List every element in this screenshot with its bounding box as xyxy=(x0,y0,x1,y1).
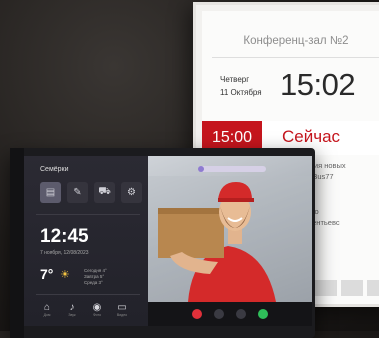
tile-row: ▤ ✎ ⛟ ⚙ xyxy=(40,182,142,203)
tablet-bezel xyxy=(10,148,24,338)
footer-button[interactable] xyxy=(340,280,364,296)
temperature: 7° xyxy=(40,266,54,282)
courier-image xyxy=(148,176,312,302)
current-time: 15:02 xyxy=(280,67,356,102)
accept-call-button[interactable] xyxy=(258,309,268,319)
now-label: Сейчас xyxy=(282,127,341,146)
dock-label: Видео xyxy=(116,313,128,317)
date-label: 7 ноября, 12/08/2023 xyxy=(40,250,89,256)
edit-icon[interactable]: ✎ xyxy=(67,182,88,203)
call-controls xyxy=(148,302,312,326)
date-text: 11 Октября xyxy=(220,88,262,97)
intercom-tablet: Семёрки ▤ ✎ ⛟ ⚙ 12:45 7 ноября, 12/08/20… xyxy=(10,148,315,338)
camera-icon[interactable]: ◉ Фото xyxy=(90,302,104,318)
sidebar: Семёрки ▤ ✎ ⛟ ⚙ 12:45 7 ноября, 12/08/20… xyxy=(24,156,148,326)
car-icon[interactable]: ⛟ xyxy=(94,182,115,203)
microphone-icon[interactable]: ♪ Звук xyxy=(65,302,79,318)
location-label: Семёрки xyxy=(40,166,69,173)
end-call-button[interactable] xyxy=(192,309,202,319)
room-title: Конференц-зал №2 xyxy=(243,35,349,47)
footer-button[interactable] xyxy=(314,280,337,296)
home-icon[interactable]: ⌂ Дом xyxy=(40,302,54,318)
door-open-button[interactable] xyxy=(236,309,246,319)
dock-label: Фото xyxy=(92,313,102,317)
mute-button[interactable] xyxy=(214,309,224,319)
settings-icon[interactable]: ⚙ xyxy=(121,182,142,203)
tablet-screen: Семёрки ▤ ✎ ⛟ ⚙ 12:45 7 ноября, 12/08/20… xyxy=(24,156,312,326)
video-camera-icon[interactable]: ▭ Видео xyxy=(115,302,129,318)
dock: ⌂ Дом ♪ Звук ◉ Фото ▭ Видео xyxy=(40,302,129,318)
forecast-line: Среда 3° xyxy=(84,280,103,285)
forecast: Сегодня 4° Завтра 5° Среда 3° xyxy=(84,268,107,286)
room-date: Четверг 11 Октября xyxy=(220,73,262,99)
day-of-week: Четверг xyxy=(220,75,250,84)
divider xyxy=(36,214,140,215)
sun-icon: ☀ xyxy=(60,269,70,281)
document-icon[interactable]: ▤ xyxy=(40,182,61,203)
clock: 12:45 xyxy=(40,226,89,247)
room-footer-buttons xyxy=(314,280,379,296)
dock-label: Звук xyxy=(68,313,76,317)
video-feed xyxy=(148,156,312,302)
footer-button[interactable] xyxy=(367,280,379,296)
divider xyxy=(212,57,379,58)
divider xyxy=(36,294,140,295)
dock-label: Дом xyxy=(43,313,51,317)
